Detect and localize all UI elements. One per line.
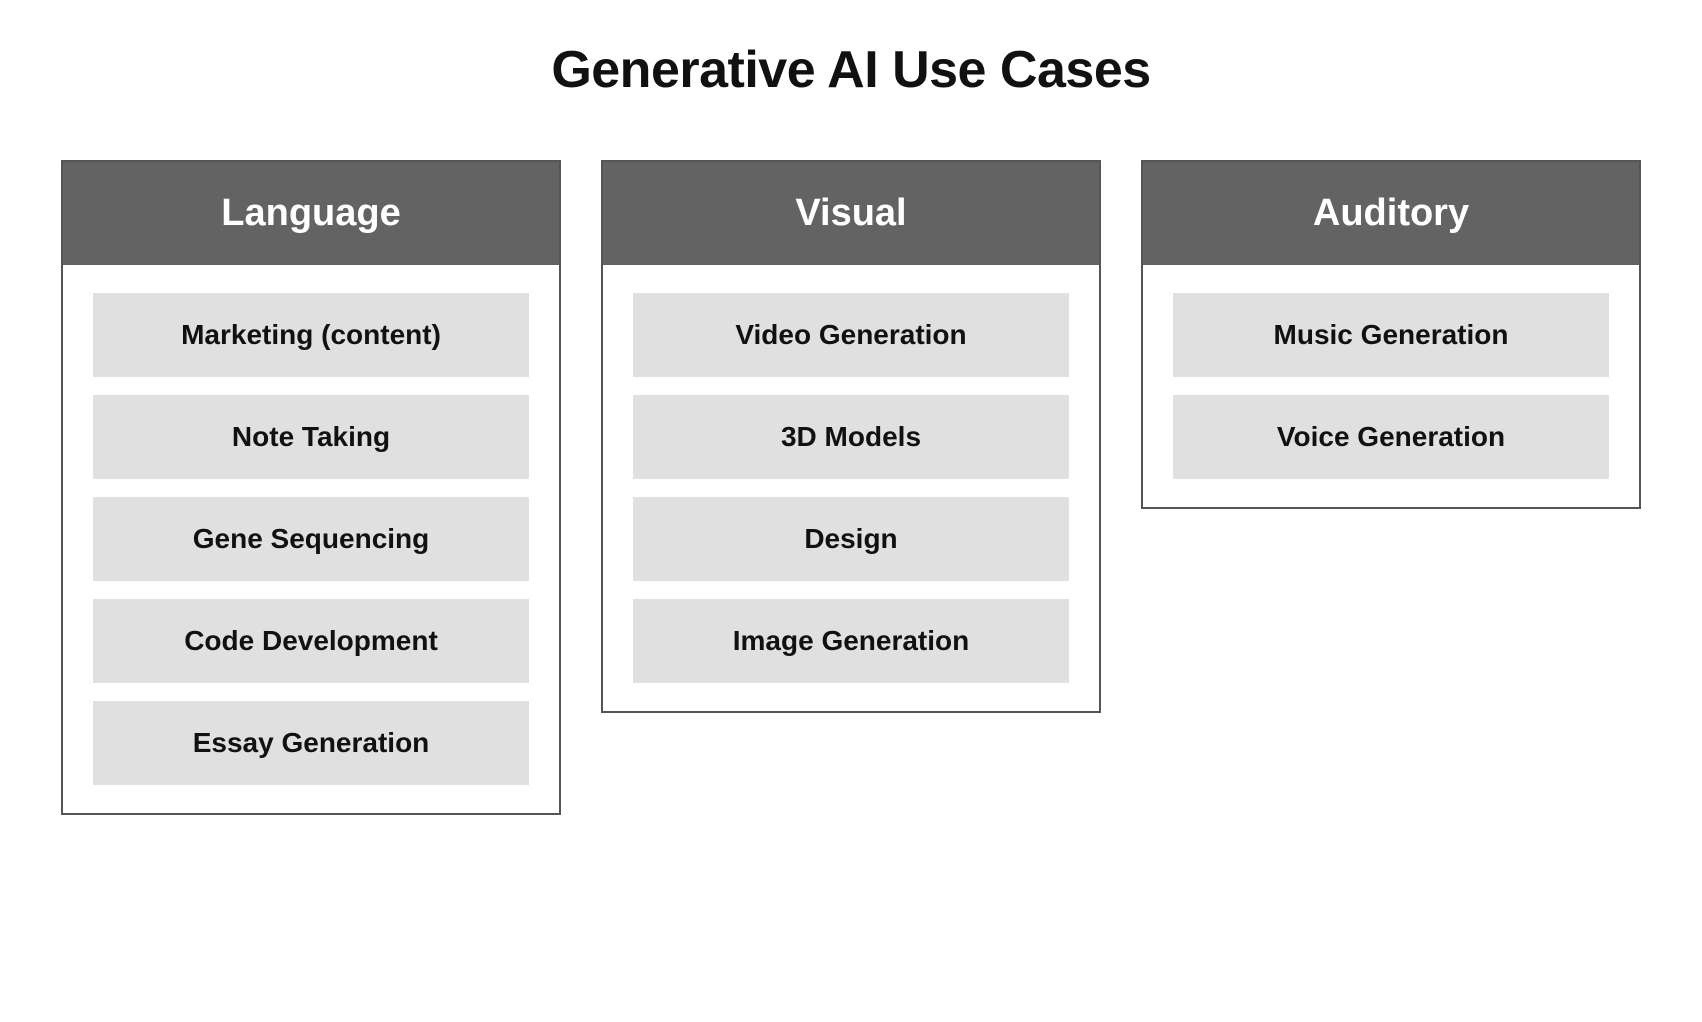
columns-container: Language Marketing (content) Note Taking Ge… (61, 160, 1641, 815)
item-card-language-3: Code Development (93, 599, 529, 683)
item-card-language-2: Gene Sequencing (93, 497, 529, 581)
item-card-language-4: Essay Generation (93, 701, 529, 785)
column-visual: Visual Video Generation 3D Models Design Ima… (601, 160, 1101, 713)
item-card-language-1: Note Taking (93, 395, 529, 479)
page-title: Generative AI Use Cases (551, 40, 1150, 100)
column-body-auditory: Music Generation Voice Generation (1143, 265, 1639, 507)
item-card-visual-0: Video Generation (633, 293, 1069, 377)
item-card-auditory-0: Music Generation (1173, 293, 1609, 377)
column-body-language: Marketing (content) Note Taking Gene Seque… (63, 265, 559, 813)
item-card-language-0: Marketing (content) (93, 293, 529, 377)
item-card-visual-2: Design (633, 497, 1069, 581)
item-card-visual-3: Image Generation (633, 599, 1069, 683)
column-language: Language Marketing (content) Note Taking Ge… (61, 160, 561, 815)
column-body-visual: Video Generation 3D Models Design Image Gen… (603, 265, 1099, 711)
item-card-auditory-1: Voice Generation (1173, 395, 1609, 479)
column-auditory: Auditory Music Generation Voice Generation (1141, 160, 1641, 509)
column-header-visual: Visual (603, 162, 1099, 265)
column-header-auditory: Auditory (1143, 162, 1639, 265)
column-header-language: Language (63, 162, 559, 265)
item-card-visual-1: 3D Models (633, 395, 1069, 479)
